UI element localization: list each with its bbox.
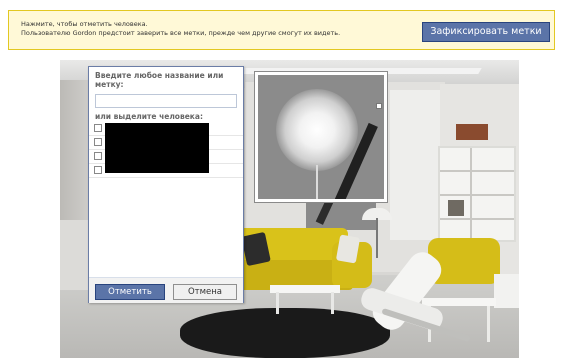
photo-shelf-column [470, 148, 472, 240]
photo-books [448, 200, 464, 216]
checkbox-icon[interactable] [94, 138, 102, 146]
photo-box [456, 124, 488, 140]
tag-dialog-footer: Отметить Отмена [89, 277, 243, 303]
tag-box-resize-handle[interactable] [376, 103, 382, 109]
photo-side-table [422, 298, 496, 306]
tag-name-input[interactable] [95, 94, 237, 108]
select-person-label: или выделите человека: [95, 112, 203, 121]
banner-instructions: Нажмите, чтобы отметить человека. Пользо… [21, 20, 340, 38]
tag-selection-box[interactable] [255, 72, 387, 202]
photo-rug [180, 308, 390, 358]
photo-shelf-line [440, 218, 514, 220]
banner-line-instruction: Нажмите, чтобы отметить человека. [21, 20, 148, 28]
tag-box-dandelion-stalk [316, 165, 318, 199]
photo-shelf-line [440, 194, 514, 196]
checkbox-icon[interactable] [94, 124, 102, 132]
redacted-friend-names [105, 123, 209, 173]
cancel-button[interactable]: Отмена [173, 284, 237, 300]
photo-shelf-line [440, 170, 514, 172]
tag-dialog: Введите любое название или метку: или вы… [88, 66, 244, 303]
checkbox-icon[interactable] [94, 166, 102, 174]
done-tagging-button[interactable]: Зафиксировать метки [422, 22, 550, 42]
photo-coffee-table-legs [276, 292, 334, 314]
photo-stool [494, 274, 519, 308]
banner-line-approval: Пользователю Gordon предстоит заверить в… [21, 29, 341, 37]
tag-name-label: Введите любое название или метку: [95, 71, 224, 89]
tag-box-dandelion [276, 89, 358, 171]
checkbox-icon[interactable] [94, 152, 102, 160]
tag-button[interactable]: Отметить [95, 284, 165, 300]
tagging-banner: Нажмите, чтобы отметить человека. Пользо… [8, 10, 555, 50]
photo-lamp-pole [376, 218, 378, 258]
